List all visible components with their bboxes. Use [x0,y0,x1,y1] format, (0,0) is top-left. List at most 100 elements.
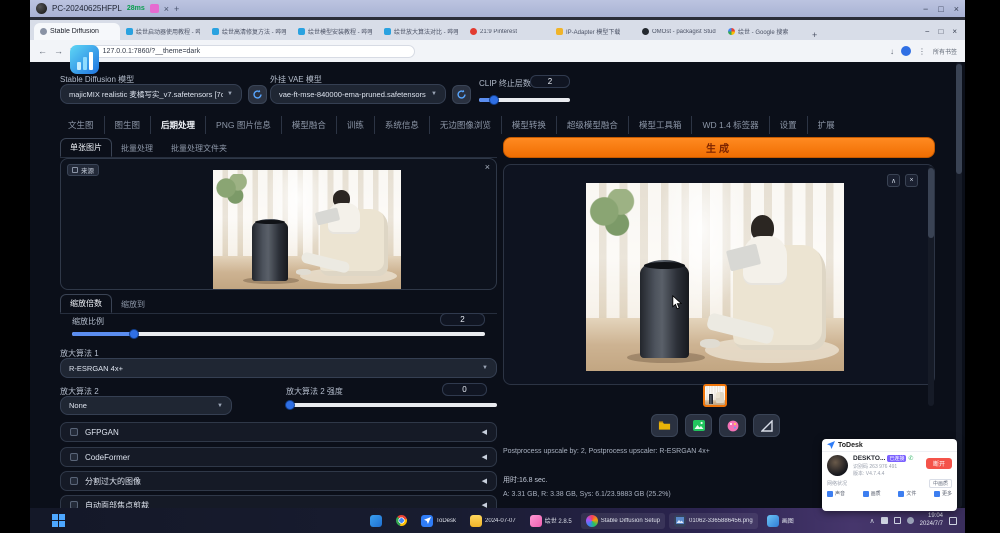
back-icon[interactable]: ← [38,46,47,56]
upscaler2-strength-value[interactable]: 0 [442,383,487,396]
checkbox-icon[interactable] [70,428,78,436]
tab-txt2img[interactable]: 文生图 [58,116,104,134]
tab-settings[interactable]: 设置 [769,116,807,134]
tray-expand-icon[interactable]: ∧ [870,517,875,525]
accordion-split-oversize[interactable]: 分割过大的图像 ◀ [60,471,497,491]
browser-minimize-button[interactable]: − [925,27,930,36]
address-bar[interactable]: ◉ 127.0.0.1:7860/?__theme=dark [85,45,415,58]
notification-icon[interactable] [949,517,957,525]
clip-skip-value[interactable]: 2 [530,75,570,88]
quality-toggle[interactable]: 画质 [863,490,881,497]
input-image-dropzone[interactable]: 来源 × [60,158,497,290]
vae-dropdown[interactable]: vae-ft-mse-840000-ema-pruned.safetensors… [270,84,446,104]
profile-avatar[interactable] [901,46,911,56]
tab-train[interactable]: 训练 [336,116,374,134]
new-session-icon[interactable]: + [174,4,179,14]
browser-tab[interactable]: 21:9 Pinterest [464,23,550,40]
slider-thumb[interactable] [489,95,499,105]
browser-tab[interactable]: 绘世模型安装教程 - 哔哩哔哩 [292,23,378,40]
download-icon[interactable]: ↓ [890,47,894,56]
upscaler1-dropdown[interactable]: R-ESRGAN 4x+ ▼ [60,358,497,378]
accordion-codeformer[interactable]: CodeFormer ◀ [60,447,497,467]
subtab-batch-process[interactable]: 批量处理 [112,140,162,157]
tray-app-icon[interactable] [881,517,888,524]
tab-image-browser[interactable]: 无边图像浏览 [429,116,501,134]
fullscreen-icon[interactable]: ∧ [887,174,900,187]
gallery-thumbnail-selected[interactable] [703,384,727,407]
browser-tab-active[interactable]: Stable Diffusion [34,23,120,40]
new-tab-button[interactable]: + [812,30,817,40]
upscaler2-dropdown[interactable]: None ▼ [60,396,232,415]
resize-info-button[interactable] [753,414,780,437]
taskbar-todesk[interactable]: ToDesk [416,513,461,529]
refresh-vae-button[interactable] [452,85,471,104]
output-image[interactable] [586,183,844,371]
tab-checkpoint-merger[interactable]: 模型融合 [281,116,336,134]
remote-maximize-button[interactable]: □ [938,4,943,14]
clock[interactable]: 19:04 2024/7/7 [920,513,943,528]
subtab-batch-folder[interactable]: 批量处理文件夹 [162,140,236,157]
remote-close-button[interactable]: × [954,4,959,14]
checkbox-icon[interactable] [70,477,78,485]
upscaler2-strength-slider[interactable] [286,403,497,407]
checkbox-icon[interactable] [70,501,78,508]
tab-super-merger[interactable]: 超级模型融合 [556,116,628,134]
disconnect-button[interactable]: 断开 [926,458,952,469]
tab-png-info[interactable]: PNG 图片信息 [205,116,281,134]
quality-selector[interactable]: 中画质 [929,479,952,488]
accordion-auto-face-crop[interactable]: 自动面部焦点剪裁 ◀ [60,495,497,508]
volume-icon[interactable] [907,517,914,524]
tab-extensions[interactable]: 扩展 [807,116,845,134]
accordion-gfpgan[interactable]: GFPGAN ◀ [60,422,497,442]
browser-tab[interactable]: IP-Adapter 模型下载 [550,23,636,40]
open-folder-button[interactable] [651,414,678,437]
browser-maximize-button[interactable]: □ [938,27,943,36]
tab-extras[interactable]: 后期处理 [150,116,205,134]
generate-button[interactable]: 生成 [503,137,935,158]
taskbar-png-file[interactable]: 01062-3365886456.png [669,513,758,529]
network-icon[interactable] [894,517,901,524]
taskbar-sd-setup[interactable]: Stable Diffusion Setup [581,513,665,529]
start-button-icon[interactable] [52,514,65,527]
clip-skip-slider[interactable] [479,98,570,102]
browser-close-button[interactable]: × [952,27,957,36]
taskbar-chrome[interactable] [391,513,412,528]
tab-wd14-tagger[interactable]: WD 1.4 标签器 [691,116,768,134]
taskbar-folder[interactable]: 2024-07-07 [465,513,521,529]
sd-model-dropdown[interactable]: majicMIX realistic 麦橘写实_v7.safetensors [… [60,84,242,104]
send-to-extras-button[interactable] [719,414,746,437]
scale-ratio-slider[interactable] [72,332,485,336]
call-icon[interactable]: ✆ [908,455,913,462]
slider-thumb[interactable] [129,329,139,339]
browser-tab[interactable]: 绘世 - Google 搜索 [722,23,808,40]
gallery-scrollbar[interactable] [928,166,934,406]
refresh-sd-model-button[interactable] [248,85,267,104]
browser-tab[interactable]: 绘世放大算法对比 - 哔哩哔哩 [378,23,464,40]
close-gallery-icon[interactable]: × [905,174,918,187]
subtab-single-image[interactable]: 单张图片 [60,138,112,157]
tab-model-converter[interactable]: 模型转换 [501,116,556,134]
clear-image-icon[interactable]: × [485,162,490,172]
browser-tab[interactable]: OMOst - packagist Studio [636,23,722,40]
subtab-scale-by[interactable]: 缩放倍数 [60,294,112,313]
tab-img2img[interactable]: 图生图 [104,116,151,134]
slider-thumb[interactable] [285,400,295,410]
browser-tab[interactable]: 绘世高清修复方法 - 哔哩哔哩 [206,23,292,40]
browser-menu-icon[interactable]: ⋮ [918,47,926,56]
scale-ratio-value[interactable]: 2 [440,313,485,326]
taskbar-paint[interactable]: 画图 [762,513,799,529]
file-transfer-button[interactable]: 文件 [898,490,916,497]
save-image-button[interactable] [685,414,712,437]
tab-model-toolkit[interactable]: 模型工具箱 [628,116,692,134]
more-options-button[interactable]: 更多 [934,490,952,497]
tab-system-info[interactable]: 系统信息 [374,116,429,134]
input-image[interactable] [213,170,401,289]
browser-tab[interactable]: 绘世启动器使用教程 - 哔哩哔哩 [120,23,206,40]
remote-minimize-button[interactable]: − [923,4,928,14]
subtab-scale-to[interactable]: 缩放到 [112,296,154,313]
taskbar-app-store[interactable] [365,513,387,529]
forward-icon[interactable]: → [54,46,63,56]
sound-toggle[interactable]: 声音 [827,490,845,497]
close-session-icon[interactable]: × [164,4,169,14]
record-icon[interactable] [150,4,159,13]
